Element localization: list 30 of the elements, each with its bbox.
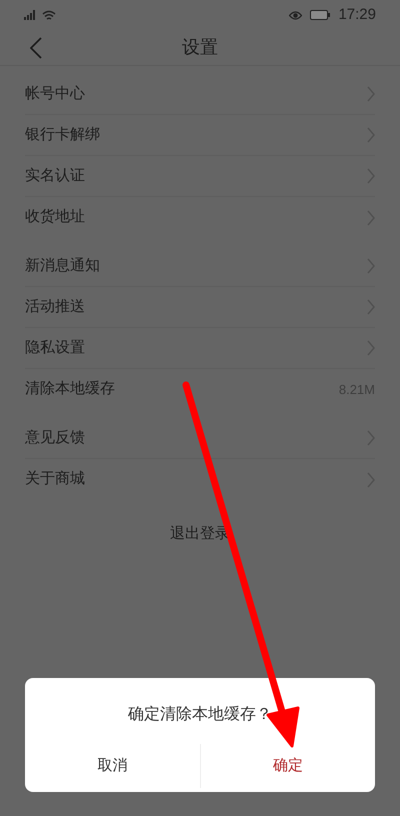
settings-row[interactable]: 活动推送 — [25, 287, 375, 328]
back-button[interactable] — [28, 36, 44, 60]
page-title: 设置 — [182, 36, 218, 59]
back-icon — [30, 37, 42, 59]
row-label: 银行卡解绑 — [25, 124, 100, 145]
row-label: 关于商城 — [25, 469, 85, 490]
row-label: 帐号中心 — [25, 84, 85, 104]
row-label: 收货地址 — [25, 207, 85, 228]
row-label: 活动推送 — [25, 296, 85, 317]
settings-row[interactable]: 新消息通知 — [25, 246, 375, 287]
settings-row[interactable]: 意见反馈 — [25, 418, 375, 459]
row-label: 实名认证 — [25, 166, 85, 186]
battery-icon — [310, 10, 330, 20]
settings-row[interactable]: 实名认证 — [25, 156, 375, 197]
row-label: 意见反馈 — [25, 428, 85, 448]
row-label: 隐私设置 — [25, 338, 85, 358]
settings-row[interactable]: 隐私设置 — [25, 328, 375, 369]
wifi-icon — [42, 10, 56, 20]
settings-row[interactable]: 帐号中心 — [25, 74, 375, 115]
row-label: 清除本地缓存 — [25, 379, 115, 400]
status-time: 17:29 — [338, 4, 376, 25]
dialog-button[interactable]: 确定 — [256, 744, 319, 788]
settings-row[interactable]: 银行卡解绑 — [25, 115, 375, 156]
dialog-button[interactable]: 取消 — [81, 744, 144, 788]
row-label: 新消息通知 — [25, 256, 100, 276]
settings-row[interactable]: 关于商城 — [25, 459, 375, 500]
settings-row[interactable]: 收货地址 — [25, 197, 375, 238]
signal-icon — [24, 10, 38, 20]
eye-icon — [289, 10, 302, 20]
dialog-message: 确定清除本地缓存？ — [128, 704, 272, 725]
